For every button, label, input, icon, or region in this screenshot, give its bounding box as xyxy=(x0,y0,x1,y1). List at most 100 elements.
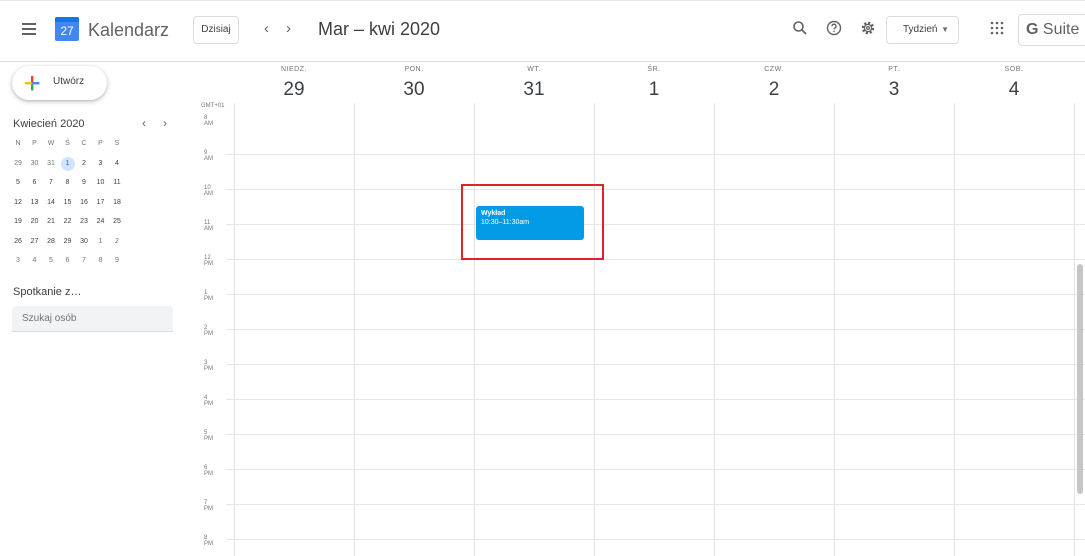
hour-divider xyxy=(226,399,1085,400)
calendar-event[interactable]: Wykład 10:30–11:30am xyxy=(476,206,584,240)
hour-label: 12 PM xyxy=(204,255,213,267)
mini-calendar-day[interactable]: 16 xyxy=(76,196,92,216)
mini-calendar-day[interactable]: 4 xyxy=(27,254,43,274)
mini-calendar-day[interactable]: 3 xyxy=(10,254,26,274)
mini-calendar-day-number: 31 xyxy=(47,159,55,167)
mini-calendar-day[interactable]: 18 xyxy=(109,196,125,216)
mini-calendar-day[interactable]: 1 xyxy=(93,235,109,255)
mini-calendar-day[interactable]: 21 xyxy=(43,215,59,235)
day-header[interactable]: CZW. 2 xyxy=(714,66,834,101)
day-header[interactable]: ŚR. 1 xyxy=(594,66,714,101)
mini-calendar-day[interactable]: 2 xyxy=(109,235,125,255)
mini-calendar-day[interactable]: 7 xyxy=(76,254,92,274)
settings-gear-icon[interactable] xyxy=(859,19,877,37)
mini-calendar-day[interactable]: 29 xyxy=(10,157,26,177)
mini-calendar-day[interactable]: 3 xyxy=(93,157,109,177)
main-menu-icon[interactable] xyxy=(22,23,36,35)
mini-calendar-day[interactable]: 11 xyxy=(109,176,125,196)
day-name: PON. xyxy=(404,66,424,73)
apps-grid-icon[interactable] xyxy=(990,21,1004,35)
mini-calendar-day-number: 3 xyxy=(16,257,20,264)
mini-calendar-day[interactable]: 26 xyxy=(10,235,26,255)
day-header[interactable]: PON. 30 xyxy=(354,66,474,101)
mini-calendar-day-number: 11 xyxy=(113,179,121,186)
mini-calendar-weekdays: NPWŚCPS xyxy=(10,137,178,157)
mini-calendar-day-number: 6 xyxy=(65,257,70,264)
day-header[interactable]: WT. 31 xyxy=(474,66,594,101)
mini-calendar-day[interactable]: 27 xyxy=(27,235,43,255)
mini-calendar-day[interactable]: 6 xyxy=(60,254,76,274)
day-name: NIEDZ. xyxy=(281,66,307,73)
vertical-scrollbar[interactable] xyxy=(1077,264,1083,494)
view-selector-label: Tydzień xyxy=(903,24,938,35)
mini-calendar-day[interactable]: 30 xyxy=(27,157,43,177)
mini-calendar-day-number: 29 xyxy=(14,159,22,167)
hour-divider xyxy=(226,154,1085,155)
mini-calendar-day[interactable]: 10 xyxy=(93,176,109,196)
mini-calendar-day[interactable]: 1 xyxy=(60,156,76,177)
mini-calendar-day[interactable]: 30 xyxy=(76,235,92,255)
mini-calendar-day[interactable]: 17 xyxy=(93,196,109,216)
mini-calendar-day-number: 15 xyxy=(63,198,72,206)
mini-calendar-day[interactable]: 24 xyxy=(93,215,109,235)
mini-calendar-day[interactable]: 5 xyxy=(10,176,26,196)
mini-calendar-day[interactable]: 20 xyxy=(27,215,43,235)
mini-calendar-day[interactable]: 31 xyxy=(43,157,59,177)
previous-week-button[interactable]: ‹ xyxy=(264,20,269,37)
mini-calendar: N P W Ś C P S 29 30 31 1 2 3 4 5 6 7 8 9 10 11 12 13 14 15 16 17 18… xyxy=(10,137,178,274)
mini-calendar-next-button[interactable]: › xyxy=(163,116,167,130)
help-icon[interactable] xyxy=(825,19,843,37)
next-week-button[interactable]: › xyxy=(286,20,291,37)
mini-calendar-day[interactable]: 4 xyxy=(109,157,125,177)
day-name: WT. xyxy=(527,66,541,73)
hour-label: 2 PM xyxy=(204,325,213,337)
mini-calendar-day-number: 30 xyxy=(80,237,88,245)
mini-calendar-day[interactable]: 7 xyxy=(43,176,59,196)
mini-calendar-day[interactable]: 9 xyxy=(76,176,92,196)
mini-calendar-day-number: 2 xyxy=(115,237,119,245)
mini-calendar-day[interactable]: 5 xyxy=(43,254,59,274)
mini-calendar-day[interactable]: 28 xyxy=(43,235,59,255)
mini-calendar-week: 29 30 31 1 2 3 4 xyxy=(10,156,178,177)
mini-calendar-day-number: 22 xyxy=(63,218,72,225)
day-name: PT. xyxy=(888,66,900,73)
today-button[interactable]: Dzisiaj xyxy=(193,16,239,44)
mini-calendar-day-number: 28 xyxy=(47,237,55,245)
day-header[interactable]: NIEDZ. 29 xyxy=(234,66,354,101)
mini-calendar-day[interactable]: 22 xyxy=(60,215,76,235)
hour-label: 8 AM xyxy=(204,115,213,127)
day-date: 1 xyxy=(648,79,660,100)
mini-calendar-day-number: 29 xyxy=(63,237,72,245)
gsuite-logo[interactable]: G Suite xyxy=(1018,14,1085,46)
mini-calendar-day[interactable]: 25 xyxy=(109,215,125,235)
mini-calendar-day[interactable]: 6 xyxy=(27,176,43,196)
search-people-input[interactable]: Szukaj osób xyxy=(12,306,173,332)
view-selector[interactable]: Tydzień ▼ xyxy=(886,16,959,44)
colorful-plus-icon xyxy=(25,76,40,91)
create-button[interactable]: Utwórz xyxy=(12,66,107,100)
mini-calendar-day[interactable]: 2 xyxy=(76,157,92,177)
mini-calendar-day-number: 23 xyxy=(80,218,88,225)
mini-calendar-day[interactable]: 19 xyxy=(10,215,26,235)
search-icon[interactable] xyxy=(791,19,809,37)
mini-calendar-day[interactable]: 12 xyxy=(10,196,26,216)
mini-calendar-day-number: 1 xyxy=(98,237,103,245)
day-header[interactable]: SOB. 4 xyxy=(954,66,1074,101)
mini-calendar-day-number: 19 xyxy=(14,218,22,225)
top-bar: 27 Kalendarz Dzisiaj ‹ › Mar – kwi 2020 … xyxy=(0,0,1085,62)
mini-weekday-label: Ś xyxy=(65,140,70,147)
mini-calendar-prev-button[interactable]: ‹ xyxy=(142,116,146,130)
day-date: 3 xyxy=(888,79,900,100)
mini-calendar-day[interactable]: 8 xyxy=(60,176,76,196)
mini-calendar-day[interactable]: 9 xyxy=(109,254,125,274)
day-header[interactable]: PT. 3 xyxy=(834,66,954,101)
mini-calendar-day[interactable]: 15 xyxy=(60,196,76,216)
mini-calendar-day[interactable]: 8 xyxy=(93,254,109,274)
mini-calendar-day[interactable]: 13 xyxy=(27,196,43,216)
mini-calendar-day[interactable]: 14 xyxy=(43,196,59,216)
mini-calendar-week: 3 4 5 6 7 8 9 xyxy=(10,254,178,274)
mini-calendar-day[interactable]: 29 xyxy=(60,235,76,255)
mini-calendar-day-number: 2 xyxy=(82,159,86,167)
mini-calendar-day[interactable]: 23 xyxy=(76,215,92,235)
mini-calendar-day-number: 5 xyxy=(16,179,20,186)
